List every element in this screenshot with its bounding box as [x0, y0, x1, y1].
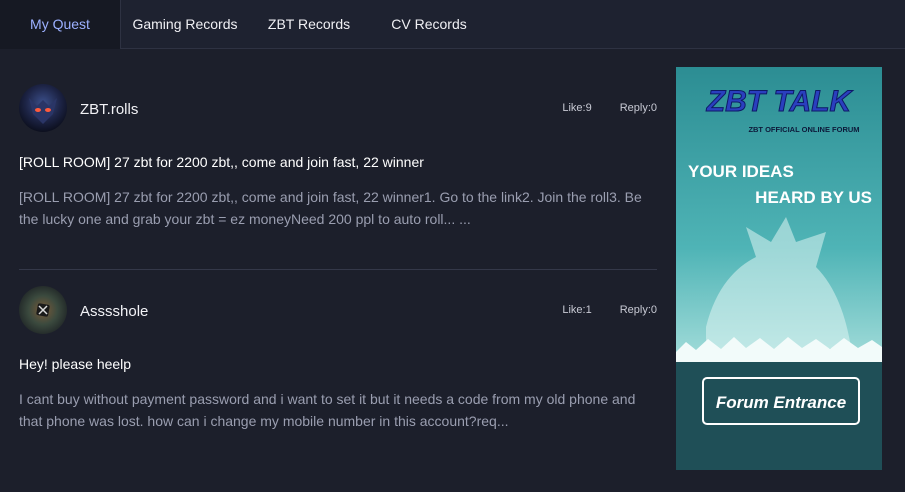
post-divider	[19, 269, 657, 270]
forum-banner[interactable]: ZBT TALK ZBT OFFICIAL ONLINE FORUM YOUR …	[676, 67, 882, 470]
reply-count[interactable]: Reply:0	[620, 102, 657, 114]
banner-tagline-2: HEARD BY US	[755, 188, 872, 207]
like-count[interactable]: Like:1	[562, 304, 591, 316]
tab-my-quest[interactable]: My Quest	[0, 0, 121, 49]
banner-tagline-1: YOUR IDEAS	[688, 162, 794, 181]
avatar-image	[19, 84, 67, 132]
post-author[interactable]: Asssshole	[80, 303, 148, 320]
avatar[interactable]	[19, 286, 67, 334]
tab-gaming-records[interactable]: Gaming Records	[121, 0, 249, 49]
post-author[interactable]: ZBT.rolls	[80, 101, 138, 118]
tab-zbt-records[interactable]: ZBT Records	[249, 0, 369, 49]
tab-bar: My Quest Gaming Records ZBT Records CV R…	[0, 0, 905, 49]
post-excerpt: [ROLL ROOM] 27 zbt for 2200 zbt,, come a…	[19, 189, 642, 227]
avatar-image	[19, 286, 67, 334]
reply-count[interactable]: Reply:0	[620, 304, 657, 316]
post-title[interactable]: [ROLL ROOM] 27 zbt for 2200 zbt,, come a…	[19, 154, 424, 170]
forum-entrance-label: Forum Entrance	[716, 393, 846, 412]
banner-subtitle: ZBT OFFICIAL ONLINE FORUM	[748, 125, 859, 134]
post-stats: Like:9 Reply:0	[534, 102, 657, 114]
avatar[interactable]	[19, 84, 67, 132]
like-count[interactable]: Like:9	[562, 102, 591, 114]
post-excerpt: I cant buy without payment password and …	[19, 391, 636, 429]
tab-cv-records[interactable]: CV Records	[369, 0, 489, 49]
post-stats: Like:1 Reply:0	[534, 304, 657, 316]
banner-logo: ZBT TALK	[706, 85, 854, 118]
post-title[interactable]: Hey! please heelp	[19, 356, 131, 372]
